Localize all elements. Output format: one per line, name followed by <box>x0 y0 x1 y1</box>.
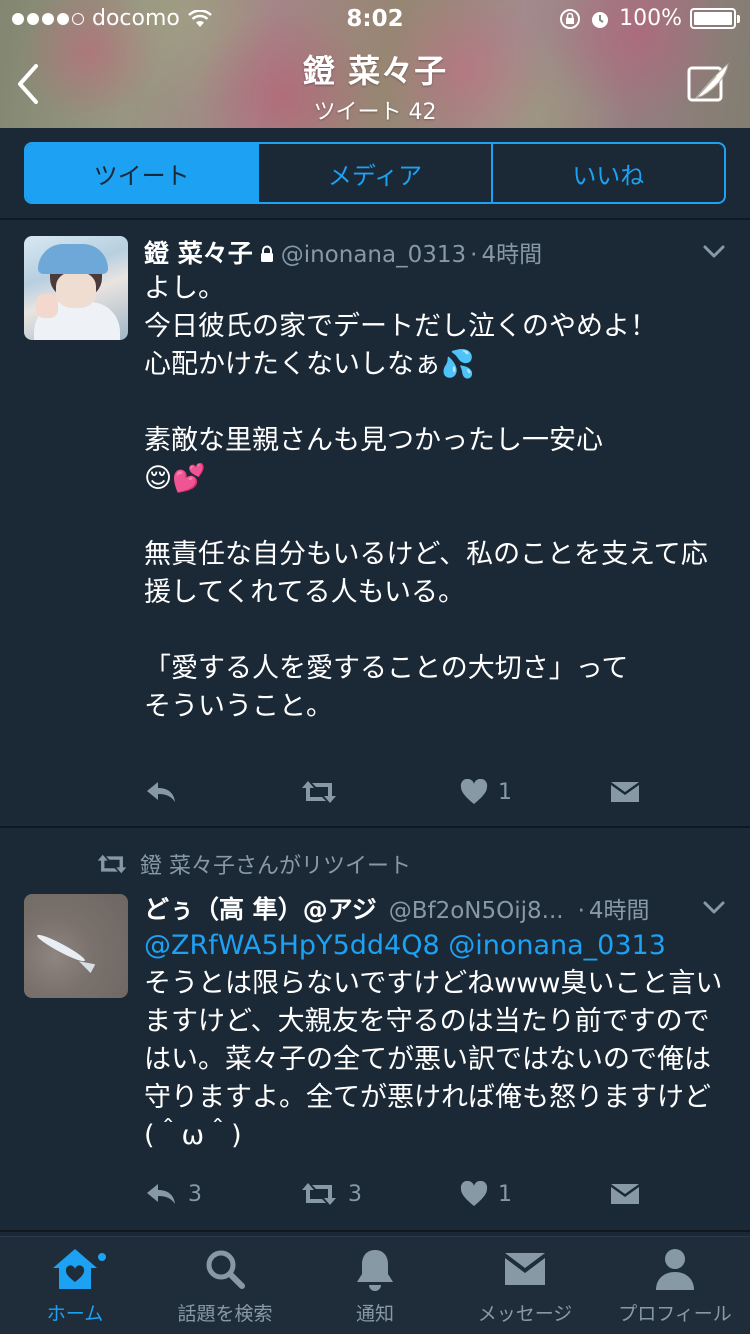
tab-search-label: 話題を検索 <box>177 1303 273 1325</box>
tweet-item[interactable]: 鐙 菜々子 @inonana_0313 · 4時間 よし。 今日彼氏の家でデート… <box>0 220 750 828</box>
segment-media[interactable]: メディア <box>257 144 490 202</box>
lock-icon <box>260 245 273 262</box>
tab-messages[interactable]: メッセージ <box>450 1237 600 1334</box>
tweet-header: 鐙 菜々子 @inonana_0313 · 4時間 <box>144 234 542 270</box>
like-count: 1 <box>498 1181 512 1207</box>
tweet-text: @ZRfWA5HpY5dd4Q8 @inonana_0313 そうとは限らないで… <box>144 927 724 1155</box>
retweet-banner: 鐙 菜々子さんがリツイート <box>96 848 411 880</box>
retweet-icon <box>302 781 336 803</box>
message-button[interactable] <box>610 1182 640 1206</box>
heart-icon <box>460 1181 488 1206</box>
dot-separator: · <box>577 898 585 924</box>
envelope-icon <box>611 1184 639 1204</box>
page-title: 鐙 菜々子 <box>302 52 448 90</box>
heart-icon <box>460 779 488 804</box>
dot-separator: · <box>470 242 478 268</box>
home-icon <box>53 1249 97 1289</box>
retweet-count: 3 <box>348 1181 362 1207</box>
tweet-time: 4時間 <box>588 898 650 924</box>
retweet-icon <box>97 854 127 874</box>
reply-button[interactable]: 3 <box>144 1181 202 1207</box>
tab-messages-label: メッセージ <box>477 1303 573 1325</box>
battery-icon <box>690 8 740 29</box>
avatar[interactable] <box>24 236 128 340</box>
tab-home-label: ホーム <box>46 1303 104 1325</box>
author-name[interactable]: 鐙 菜々子 <box>144 234 253 270</box>
tweet-time: 4時間 <box>481 242 543 268</box>
tab-bar: ホーム 話題を検索 通知 メッセージ プロフィール <box>0 1236 750 1334</box>
author-handle[interactable]: @Bf2oN5Oij8... <box>389 898 564 924</box>
rotation-lock-icon <box>560 8 581 29</box>
tab-notifications-label: 通知 <box>355 1303 394 1325</box>
tweet-actions: 1 <box>144 772 644 812</box>
header-titles: 鐙 菜々子 ツイート 42 <box>0 46 750 126</box>
compose-tweet-button[interactable] <box>686 62 732 106</box>
tweet-text-body: そうとは限らないですけどねwww臭いこと言いますけど、大親友を守るのは当たり前で… <box>144 968 723 1151</box>
tab-profile[interactable]: プロフィール <box>600 1237 750 1334</box>
tweet-header: どぅ（高 隼）@アジ @Bf2oN5Oij8... · 4時間 <box>144 890 650 926</box>
reply-button[interactable] <box>144 779 178 805</box>
new-content-dot <box>96 1251 108 1263</box>
envelope-icon <box>505 1253 545 1285</box>
tab-home[interactable]: ホーム <box>0 1237 150 1334</box>
tab-notifications[interactable]: 通知 <box>300 1237 450 1334</box>
battery-percent: 100% <box>619 6 682 31</box>
like-button[interactable]: 1 <box>460 779 512 805</box>
chevron-down-icon[interactable] <box>702 900 726 916</box>
search-icon <box>206 1250 245 1289</box>
segmented-control: ツイート メディア いいね <box>24 142 726 204</box>
retweet-button[interactable] <box>300 779 338 805</box>
status-bar: docomo 8:02 100% <box>0 0 750 40</box>
author-name[interactable]: どぅ（高 隼）@アジ <box>144 890 377 926</box>
segment-tweets[interactable]: ツイート <box>26 144 258 202</box>
like-count: 1 <box>498 779 512 805</box>
author-handle[interactable]: @inonana_0313 <box>281 242 466 268</box>
tab-search[interactable]: 話題を検索 <box>150 1237 300 1334</box>
bell-icon <box>357 1250 393 1291</box>
compose-quill-icon <box>687 62 729 102</box>
segment-likes[interactable]: いいね <box>490 144 724 202</box>
tab-profile-label: プロフィール <box>618 1303 732 1325</box>
tweet-item[interactable]: 鐙 菜々子さんがリツイート どぅ（高 隼）@アジ @Bf2oN5Oij8... … <box>0 830 750 1232</box>
reply-icon <box>147 1184 175 1204</box>
tweet-count: ツイート 42 <box>313 100 437 125</box>
retweet-icon <box>302 1183 336 1205</box>
alarm-icon <box>592 11 609 28</box>
like-button[interactable]: 1 <box>460 1181 512 1207</box>
status-right: 100% <box>559 6 740 31</box>
segment-bar: ツイート メディア いいね <box>0 128 750 220</box>
retweet-button[interactable]: 3 <box>300 1181 362 1207</box>
reply-count: 3 <box>188 1181 202 1207</box>
tweet-text: よし。 今日彼氏の家でデートだし泣くのやめよ！ 心配かけたくないしなぁ💦 素敵な… <box>144 273 708 722</box>
mention-link[interactable]: @ZRfWA5HpY5dd4Q8 @inonana_0313 <box>144 930 666 961</box>
retweet-banner-text[interactable]: 鐙 菜々子さんがリツイート <box>140 848 411 880</box>
message-button[interactable] <box>610 780 640 804</box>
avatar[interactable] <box>24 894 128 998</box>
screen: docomo 8:02 100% 鐙 菜々子 ツイート 42 ツイート メディア… <box>0 0 750 1334</box>
tweet-actions: 3 3 1 <box>144 1174 644 1214</box>
chevron-down-icon[interactable] <box>702 244 726 260</box>
envelope-icon <box>611 782 639 802</box>
profile-header: docomo 8:02 100% 鐙 菜々子 ツイート 42 <box>0 0 750 128</box>
profile-icon <box>656 1249 694 1290</box>
reply-icon <box>147 782 175 802</box>
